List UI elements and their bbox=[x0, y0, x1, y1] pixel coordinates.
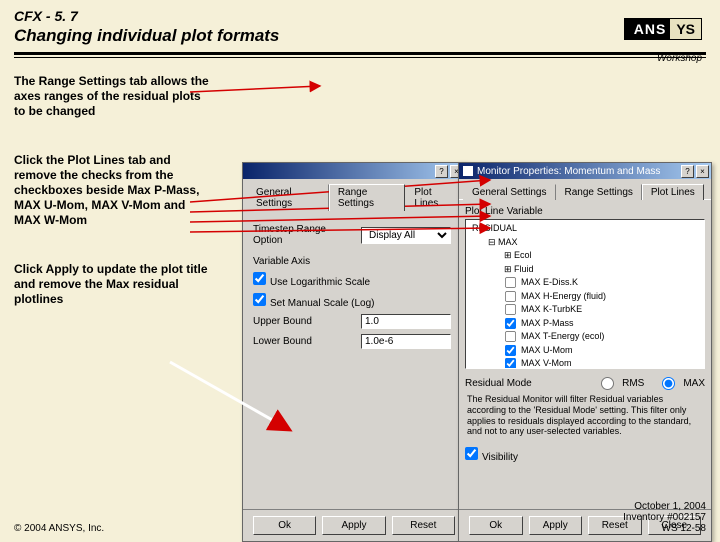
tree-checkbox[interactable] bbox=[505, 291, 516, 302]
variable-axis-label: Variable Axis bbox=[253, 256, 353, 267]
residual-mode-label: Residual Mode bbox=[465, 378, 532, 389]
plot-line-tree[interactable]: RESIDUAL ⊟ MAX ⊞ Ecol ⊞ Fluid MAX E-Diss… bbox=[465, 219, 705, 369]
tree-checkbox[interactable] bbox=[505, 358, 516, 369]
footer-page: WS 12-58 bbox=[623, 523, 706, 534]
instruction-3: Click Apply to update the plot title and… bbox=[14, 262, 214, 307]
tree-item[interactable]: MAX E-Diss.K bbox=[470, 276, 700, 290]
close-icon[interactable]: × bbox=[696, 165, 709, 178]
instruction-2: Click the Plot Lines tab and remove the … bbox=[14, 153, 214, 228]
tree-item[interactable]: MAX T-Energy (ecol) bbox=[470, 330, 700, 344]
tree-item-vmom[interactable]: MAX V-Mom bbox=[470, 357, 700, 369]
tree-item[interactable]: MAX H-Energy (fluid) bbox=[470, 290, 700, 304]
page-title: Changing individual plot formats bbox=[14, 26, 706, 46]
product-version: CFX - 5. 7 bbox=[14, 8, 706, 24]
dialog-titlebar: Monitor Properties: Momentum and Mass ? … bbox=[459, 163, 711, 179]
residual-mode-note: The Residual Monitor will filter Residua… bbox=[465, 390, 705, 441]
plot-lines-panel: Plot Line Variable RESIDUAL ⊟ MAX ⊞ Ecol… bbox=[459, 200, 711, 474]
tree-item[interactable]: MAX K-TurbKE bbox=[470, 303, 700, 317]
tab-plot-lines[interactable]: Plot Lines bbox=[642, 184, 704, 200]
help-icon[interactable]: ? bbox=[435, 165, 448, 178]
footer-date: October 1, 2004 bbox=[623, 501, 706, 512]
max-radio[interactable] bbox=[662, 377, 675, 390]
tree-checkbox[interactable] bbox=[505, 318, 516, 329]
tab-range-settings[interactable]: Range Settings bbox=[556, 184, 642, 200]
tree-checkbox[interactable] bbox=[505, 331, 516, 342]
tree-checkbox[interactable] bbox=[505, 345, 516, 356]
visibility-checkbox[interactable]: Visibility bbox=[465, 447, 518, 463]
upper-bound-label: Upper Bound bbox=[253, 316, 353, 327]
footer: © 2004 ANSYS, Inc. October 1, 2004 Inven… bbox=[0, 497, 720, 540]
range-settings-panel: Timestep Range Option Display All Variab… bbox=[243, 211, 465, 362]
help-icon[interactable]: ? bbox=[681, 165, 694, 178]
dialog-tabs: General Settings Range Settings Plot Lin… bbox=[459, 179, 711, 200]
instruction-1: The Range Settings tab allows the axes r… bbox=[14, 74, 214, 119]
tab-plot-lines[interactable]: Plot Lines bbox=[405, 184, 461, 211]
upper-bound-input[interactable] bbox=[361, 314, 451, 329]
monitor-icon bbox=[463, 166, 473, 176]
dialog-titlebar: ? × bbox=[243, 163, 465, 179]
plot-lines-dialog: Monitor Properties: Momentum and Mass ? … bbox=[458, 162, 712, 542]
tree-item-umom[interactable]: MAX U-Mom bbox=[470, 344, 700, 358]
tree-root[interactable]: RESIDUAL bbox=[470, 222, 700, 236]
tree-label: Plot Line Variable bbox=[465, 206, 705, 217]
tree-checkbox[interactable] bbox=[505, 277, 516, 288]
tab-range-settings[interactable]: Range Settings bbox=[329, 184, 406, 211]
tree-item-pmass[interactable]: MAX P-Mass bbox=[470, 317, 700, 331]
tree-node-max[interactable]: ⊟ MAX bbox=[470, 236, 700, 250]
tree-node[interactable]: ⊞ Fluid bbox=[470, 263, 700, 277]
tab-general-settings[interactable]: General Settings bbox=[247, 184, 329, 211]
tree-node[interactable]: ⊞ Ecol bbox=[470, 249, 700, 263]
log-scale-checkbox[interactable]: Use Logarithmic Scale bbox=[253, 272, 370, 288]
range-option-label: Timestep Range Option bbox=[253, 224, 353, 246]
dialog-title: Monitor Properties: Momentum and Mass bbox=[477, 166, 660, 177]
dialog-tabs: General Settings Range Settings Plot Lin… bbox=[243, 179, 465, 211]
tab-general-settings[interactable]: General Settings bbox=[463, 184, 556, 200]
footer-inventory: Inventory #002157 bbox=[623, 512, 706, 523]
range-option-select[interactable]: Display All bbox=[361, 227, 451, 244]
rms-radio[interactable] bbox=[601, 377, 614, 390]
manual-scale-checkbox[interactable]: Set Manual Scale (Log) bbox=[253, 293, 375, 309]
copyright: © 2004 ANSYS, Inc. bbox=[14, 523, 104, 534]
instructions: The Range Settings tab allows the axes r… bbox=[14, 74, 214, 307]
ansys-logo: ANS YS bbox=[624, 18, 702, 40]
header: CFX - 5. 7 Changing individual plot form… bbox=[0, 0, 720, 62]
content-area: The Range Settings tab allows the axes r… bbox=[0, 62, 720, 494]
tree-checkbox[interactable] bbox=[505, 304, 516, 315]
range-settings-dialog: ? × General Settings Range Settings Plot… bbox=[242, 162, 466, 542]
lower-bound-input[interactable] bbox=[361, 334, 451, 349]
lower-bound-label: Lower Bound bbox=[253, 336, 353, 347]
title-rule bbox=[14, 52, 706, 58]
